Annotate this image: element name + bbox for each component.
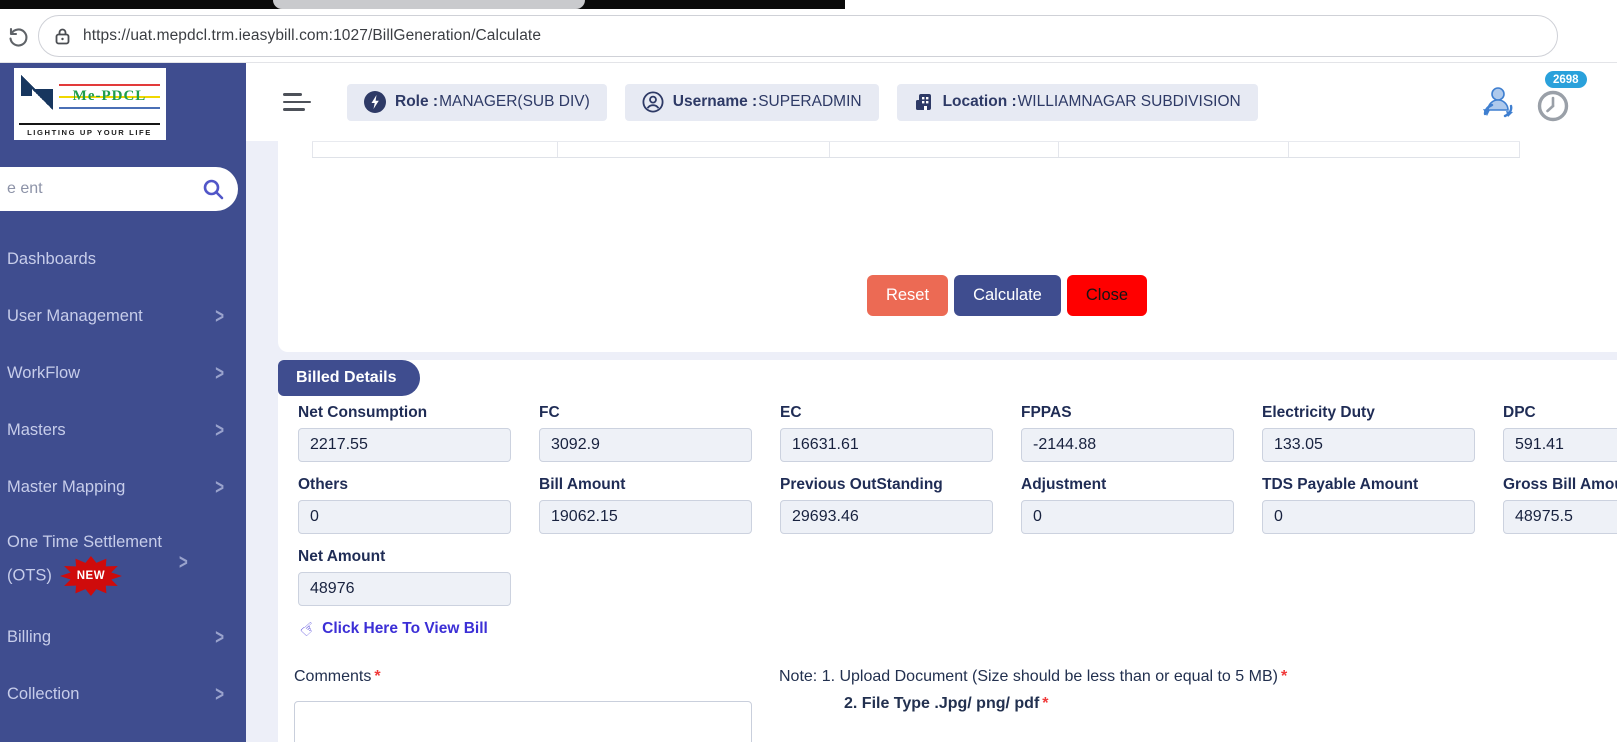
notification-count-badge: 2698 xyxy=(1545,71,1587,88)
page: https://uat.mepdcl.trm.ieasybill.com:102… xyxy=(0,0,1617,742)
field-net-consumption: Net Consumption xyxy=(298,404,539,462)
table-row xyxy=(312,141,1520,158)
chevron-right-icon: > xyxy=(179,550,188,575)
main-area: Role : MANAGER(SUB DIV) Username : SUPERAD… xyxy=(246,63,1617,742)
field-net-amount: Net Amount xyxy=(298,548,539,606)
brand-tagline: LIGHTING UP YOUR LIFE xyxy=(27,128,152,137)
required-asterisk: * xyxy=(374,668,381,685)
fc-input[interactable] xyxy=(539,428,752,462)
menu-toggle-icon[interactable] xyxy=(283,91,313,113)
field-fc: FC xyxy=(539,404,780,462)
lightning-icon xyxy=(364,91,386,113)
brand-name: Me-PDCL xyxy=(59,88,160,105)
required-asterisk: * xyxy=(1042,695,1049,712)
tds-payable-input[interactable] xyxy=(1262,500,1475,534)
field-others: Others xyxy=(298,476,539,534)
pointing-hand-icon: ☞ xyxy=(295,616,321,642)
sidebar-item-billing[interactable]: Billing > xyxy=(0,609,246,666)
field-gross-bill: Gross Bill Amount xyxy=(1503,476,1617,534)
adjustment-input[interactable] xyxy=(1021,500,1234,534)
ec-input[interactable] xyxy=(780,428,993,462)
view-bill-link[interactable]: ☞ Click Here To View Bill xyxy=(295,616,1617,642)
sidebar-item-master-mapping[interactable]: Master Mapping > xyxy=(0,459,246,516)
sidebar-item-masters[interactable]: Masters > xyxy=(0,402,246,459)
field-fppas: FPPAS xyxy=(1021,404,1262,462)
field-electricity-duty: Electricity Duty xyxy=(1262,404,1503,462)
upload-note: Note: 1. Upload Document (Size should be… xyxy=(779,668,1288,712)
sidebar-item-workflow[interactable]: WorkFlow > xyxy=(0,345,246,402)
app-frame: Me-PDCL LIGHTING UP YOUR LIFE Dashboards xyxy=(0,63,1617,742)
app-logo: Me-PDCL LIGHTING UP YOUR LIFE xyxy=(14,68,166,140)
new-badge: NEW xyxy=(59,556,122,596)
field-bill-amount: Bill Amount xyxy=(539,476,780,534)
url-text: https://uat.mepdcl.trm.ieasybill.com:102… xyxy=(83,26,542,44)
switch-user-icon[interactable] xyxy=(1475,80,1519,124)
comments-textarea[interactable] xyxy=(294,701,752,742)
billed-details-card: Billed Details Net Consumption FC EC FPP… xyxy=(278,360,1617,742)
billed-fields-grid: Net Consumption FC EC FPPAS Electricity … xyxy=(298,404,1617,606)
reset-button[interactable]: Reset xyxy=(866,275,949,316)
sidebar-nav: Dashboards User Management > WorkFlow > … xyxy=(0,231,246,723)
lock-icon xyxy=(55,27,70,45)
chevron-right-icon: > xyxy=(215,475,224,500)
user-icon xyxy=(642,91,664,113)
field-previous-outstanding: Previous OutStanding xyxy=(780,476,1021,534)
dpc-input[interactable] xyxy=(1503,428,1617,462)
close-button[interactable]: Close xyxy=(1066,275,1148,316)
search-icon[interactable] xyxy=(201,177,225,201)
sidebar-item-user-management[interactable]: User Management > xyxy=(0,288,246,345)
section-title-badge: Billed Details xyxy=(278,360,421,396)
bill-amount-input[interactable] xyxy=(539,500,752,534)
url-bar[interactable]: https://uat.mepdcl.trm.ieasybill.com:102… xyxy=(38,14,1558,57)
net-consumption-input[interactable] xyxy=(298,428,511,462)
username-badge: Username : SUPERADMIN xyxy=(624,83,879,121)
sidebar: Me-PDCL LIGHTING UP YOUR LIFE Dashboards xyxy=(0,63,246,742)
electricity-duty-input[interactable] xyxy=(1262,428,1475,462)
gross-bill-input[interactable] xyxy=(1503,500,1617,534)
field-dpc: DPC xyxy=(1503,404,1617,462)
location-badge: Location : WILLIAMNAGAR SUBDIVISION xyxy=(896,83,1258,121)
calculate-button[interactable]: Calculate xyxy=(954,275,1061,316)
browser-tab[interactable] xyxy=(273,0,585,9)
app-header: Role : MANAGER(SUB DIV) Username : SUPERAD… xyxy=(246,63,1617,141)
reload-icon[interactable] xyxy=(7,24,31,48)
browser-toolbar: https://uat.mepdcl.trm.ieasybill.com:102… xyxy=(0,9,1617,63)
chevron-right-icon: > xyxy=(215,625,224,650)
session-timer[interactable]: 2698 xyxy=(1535,71,1587,123)
required-asterisk: * xyxy=(1280,668,1288,685)
previous-outstanding-input[interactable] xyxy=(780,500,993,534)
sidebar-item-one-time-settlement[interactable]: One Time Settlement (OTS) NEW > xyxy=(0,516,246,609)
comments-section: Comments * xyxy=(294,668,756,742)
browser-tab-strip xyxy=(0,0,1617,9)
content-area: Reset Calculate Close Billed Details Net… xyxy=(246,141,1617,742)
fppas-input[interactable] xyxy=(1021,428,1234,462)
clock-icon xyxy=(1537,90,1569,122)
sidebar-item-collection[interactable]: Collection > xyxy=(0,666,246,723)
calculation-card: Reset Calculate Close xyxy=(278,141,1617,352)
net-amount-input[interactable] xyxy=(298,572,511,606)
logo-mark-icon xyxy=(19,72,59,120)
field-ec: EC xyxy=(780,404,1021,462)
sidebar-item-dashboards[interactable]: Dashboards xyxy=(0,231,246,288)
chevron-right-icon: > xyxy=(215,361,224,386)
role-badge: Role : MANAGER(SUB DIV) xyxy=(347,83,607,121)
field-tds-payable: TDS Payable Amount xyxy=(1262,476,1503,534)
chevron-right-icon: > xyxy=(215,682,224,707)
chevron-right-icon: > xyxy=(215,418,224,443)
others-input[interactable] xyxy=(298,500,511,534)
chevron-right-icon: > xyxy=(215,304,224,329)
building-icon xyxy=(914,92,934,112)
field-adjustment: Adjustment xyxy=(1021,476,1262,534)
